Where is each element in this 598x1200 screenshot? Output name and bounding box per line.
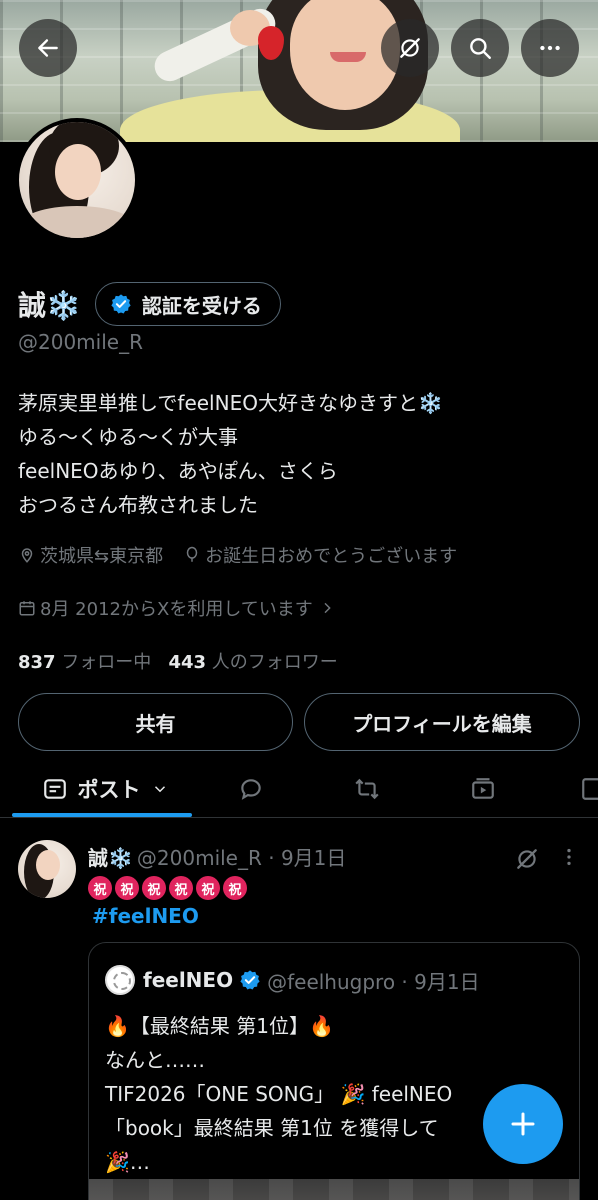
tab-posts-label: ポスト [77, 778, 141, 802]
following-label: フォロー中 [61, 652, 152, 673]
celebration-emoji: 祝 [88, 876, 112, 900]
followers-link[interactable]: 443 人のフォロワー [168, 652, 337, 673]
celebration-emoji: 祝 [115, 876, 139, 900]
compose-post-button[interactable] [483, 1084, 563, 1164]
get-verified-label: 認証を受ける [141, 293, 262, 318]
quoted-post[interactable]: feelNEO @feelhugpro · 9月1日 🔥【最終結果 第1位】🔥 … [88, 942, 580, 1200]
following-link[interactable]: 837 フォロー中 [18, 652, 151, 673]
repost-icon [355, 778, 379, 800]
name-row: 誠❄️ 認証を受ける [18, 282, 281, 326]
profile-birthday: お誕生日おめでとうございます [205, 546, 458, 567]
quoted-image[interactable] [89, 1179, 579, 1200]
tab-videos[interactable] [454, 760, 512, 818]
grok-icon [400, 38, 420, 58]
post-meta: @200mile_R · 9月1日 [136, 846, 347, 870]
quoted-author-name: feelNEO [143, 968, 234, 992]
verified-badge-icon [240, 970, 260, 990]
tab-reposts[interactable] [338, 760, 396, 818]
share-button[interactable]: 共有 [18, 693, 293, 751]
reply-bubble-icon [241, 779, 261, 800]
tab-replies[interactable] [222, 760, 280, 818]
celebration-emoji: 祝 [142, 876, 166, 900]
avatar-photo [19, 122, 135, 238]
display-name: 誠❄️ [18, 289, 81, 322]
quoted-post-header: feelNEO @feelhugpro · 9月1日 [105, 965, 480, 995]
profile-bio: 茅原実里単推しでfeelNEO大好きなゆきすと❄️ ゆる～くゆる～くが大事 fe… [18, 386, 443, 522]
profile-joined: 8月 2012からXを利用しています [40, 599, 313, 620]
balloon-icon [186, 546, 198, 562]
followers-count: 443 [168, 652, 207, 673]
plus-icon [511, 1112, 535, 1136]
video-icon [472, 778, 494, 799]
articles-icon [582, 778, 598, 800]
celebration-emoji: 祝 [169, 876, 193, 900]
bio-line: 茅原実里単推しでfeelNEO大好きなゆきすと❄️ [18, 391, 443, 415]
chevron-right-icon [324, 602, 331, 614]
celebration-emoji: 祝 [196, 876, 220, 900]
bio-line: おつるさん布教されました [18, 493, 258, 517]
profile-meta-row: 茨城県⇆東京都 お誕生日おめでとうございます [18, 542, 457, 568]
grok-button[interactable] [381, 19, 439, 77]
quoted-line: なんと…… [105, 1048, 205, 1072]
quoted-line: 🔥【最終結果 第1位】🔥 [105, 1014, 334, 1038]
post-emoji-row: 祝 祝 祝 祝 祝 祝 [88, 876, 247, 900]
bio-line: ゆる～くゆる～くが大事 [18, 425, 238, 449]
arrow-left-icon [38, 39, 58, 57]
post-author-name[interactable]: 誠❄️ [88, 842, 133, 871]
bio-line: feelNEOあゆり、あやぽん、さくら [18, 459, 338, 483]
quoted-meta: @feelhugpro · 9月1日 [267, 969, 480, 994]
location-pin-icon [21, 548, 33, 563]
quoted-avatar [105, 965, 135, 995]
profile-tabs: ポスト [0, 760, 598, 818]
calendar-icon [19, 601, 35, 616]
post-avatar[interactable] [18, 840, 76, 898]
verified-badge-icon [111, 294, 131, 314]
search-icon [470, 38, 491, 59]
chevron-down-icon [154, 786, 165, 793]
joined-row[interactable]: 8月 2012からXを利用しています [18, 595, 339, 621]
more-button[interactable] [521, 19, 579, 77]
tab-more[interactable] [580, 760, 598, 818]
more-dots-icon [540, 45, 560, 51]
get-verified-button[interactable]: 認証を受ける [94, 282, 281, 326]
post-hashtag[interactable]: #feelNEO [92, 904, 199, 928]
grok-icon[interactable] [514, 846, 540, 872]
banner-lips [330, 52, 366, 62]
search-button[interactable] [451, 19, 509, 77]
following-count: 837 [18, 652, 56, 673]
active-tab-indicator [12, 813, 192, 817]
profile-location: 茨城県⇆東京都 [40, 546, 164, 567]
profile-handle: @200mile_R [18, 330, 143, 354]
celebration-emoji: 祝 [223, 876, 247, 900]
edit-profile-button[interactable]: プロフィールを編集 [304, 693, 580, 751]
post-more-icon[interactable] [558, 846, 580, 868]
tab-posts[interactable]: ポスト [30, 760, 180, 818]
back-button[interactable] [19, 19, 77, 77]
profile-avatar[interactable] [15, 118, 139, 242]
followers-label: 人のフォロワー [211, 652, 338, 673]
follow-stats: 837 フォロー中 443 人のフォロワー [18, 648, 338, 674]
post-header: 誠❄️ @200mile_R · 9月1日 [88, 842, 346, 871]
post-list-icon [43, 779, 66, 799]
